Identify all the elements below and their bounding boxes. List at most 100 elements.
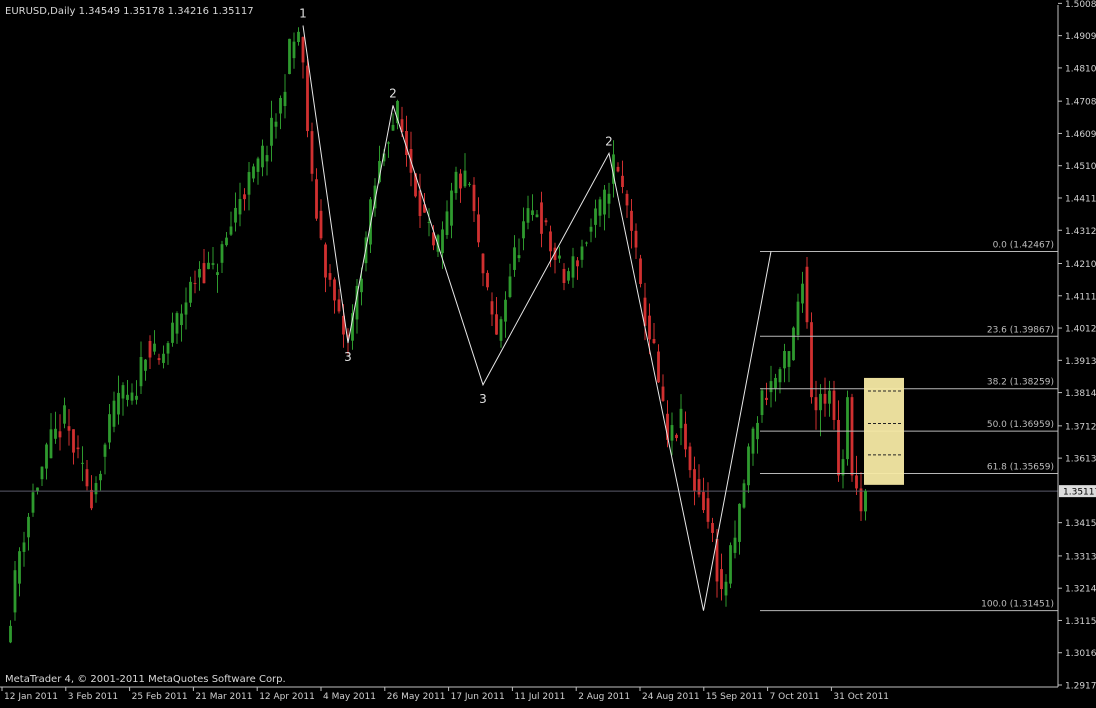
candle-body	[846, 397, 849, 460]
candle-body	[702, 492, 705, 511]
candle-body	[85, 469, 89, 487]
time-tick-label: 24 Aug 2011	[642, 692, 700, 702]
candle-body	[130, 392, 134, 401]
candle-body	[306, 65, 309, 132]
candle-body	[207, 262, 210, 270]
candle-body	[36, 487, 39, 492]
candle-body	[535, 214, 539, 218]
candle-body	[585, 242, 588, 244]
candle-body	[63, 405, 66, 424]
candle-body	[598, 199, 602, 216]
candle-body	[796, 301, 800, 336]
candle-body	[576, 260, 579, 267]
candle-body	[297, 31, 300, 43]
price-tick-label: 1.43120	[1065, 227, 1096, 237]
candle-body	[522, 221, 525, 239]
candle-body	[567, 271, 570, 281]
candle-body	[675, 434, 678, 439]
highlight-zone[interactable]	[864, 377, 904, 485]
candle-body	[108, 414, 111, 443]
wave-label: 3	[479, 392, 487, 406]
wave-label: 2	[605, 134, 613, 148]
candle-body	[711, 523, 714, 533]
candle-body	[621, 175, 624, 188]
candle-body	[594, 208, 597, 225]
price-tick-label: 1.40120	[1065, 325, 1096, 335]
candle-body	[477, 214, 480, 243]
chart-window[interactable]: 0.0 (1.42467) 23.6 (1.39867) 38.2 (1.38259…	[0, 0, 1096, 704]
candle-body	[454, 171, 458, 194]
time-tick-label: 17 Jun 2011	[451, 692, 505, 702]
candle-body	[288, 38, 291, 75]
candle-body	[684, 423, 687, 450]
candle-body	[229, 226, 233, 235]
current-price-label: 1.35117	[1063, 488, 1096, 498]
price-tick-label: 1.42100	[1065, 260, 1096, 270]
candle-body	[418, 190, 422, 217]
candle-body	[445, 211, 449, 235]
candle-body	[490, 301, 494, 315]
candle-body	[238, 199, 242, 215]
candle-body	[81, 462, 84, 464]
fib-level-label: 100.0 (1.31451)	[981, 600, 1054, 610]
candle-body	[670, 425, 674, 441]
candle-body	[166, 343, 170, 354]
price-tick-label: 1.41110	[1065, 292, 1096, 302]
candle-body	[157, 358, 161, 361]
wave-label: 1	[299, 7, 307, 21]
time-tick-label: 25 Feb 2011	[132, 692, 188, 702]
candle-body	[274, 121, 278, 127]
candle-body	[864, 491, 867, 512]
time-tick-label: 4 May 2011	[323, 692, 376, 702]
candle-body	[220, 244, 224, 263]
candle-body	[117, 392, 120, 415]
candle-body	[720, 569, 723, 590]
price-tick-label: 1.36130	[1065, 455, 1096, 465]
candle-body	[603, 189, 606, 215]
price-tick-label: 1.48100	[1065, 64, 1096, 74]
candle-body	[337, 299, 341, 312]
candle-body	[27, 516, 30, 538]
candle-body	[40, 466, 44, 480]
fib-level-label: 61.8 (1.35659)	[987, 462, 1054, 472]
price-tick-label: 1.29170	[1065, 682, 1096, 692]
candle-body	[103, 444, 107, 457]
price-chart[interactable]: 0.0 (1.42467) 23.6 (1.39867) 38.2 (1.38259…	[0, 0, 1096, 704]
candle-body	[805, 266, 809, 323]
candle-body	[279, 98, 282, 114]
price-tick-label: 1.46090	[1065, 130, 1096, 140]
candle-body	[441, 229, 444, 254]
copyright-label: MetaTrader 4, © 2001-2011 MetaQuotes Sof…	[5, 674, 286, 685]
candle-body	[148, 340, 152, 358]
candle-body	[486, 272, 489, 288]
candle-body	[810, 322, 813, 398]
candle-body	[855, 475, 858, 489]
candle-body	[22, 542, 26, 552]
candle-body	[90, 489, 93, 509]
fib-level-label: 50.0 (1.36959)	[987, 420, 1054, 430]
candle-body	[270, 117, 273, 146]
price-tick-label: 1.30160	[1065, 649, 1096, 659]
candle-body	[31, 492, 35, 513]
price-tick-label: 1.47080	[1065, 98, 1096, 108]
candle-body	[814, 397, 818, 411]
candle-body	[697, 479, 701, 495]
candle-body	[72, 429, 75, 453]
fib-level-label: 23.6 (1.39867)	[987, 325, 1054, 335]
candle-body	[769, 381, 773, 393]
candle-body	[580, 246, 584, 260]
candle-body	[180, 313, 183, 326]
price-tick-label: 1.33130	[1065, 552, 1096, 562]
candle-body	[841, 459, 845, 476]
candle-body	[724, 581, 728, 596]
candle-body	[544, 220, 548, 223]
price-tick-label: 1.37120	[1065, 422, 1096, 432]
candle-body	[202, 263, 206, 284]
candle-body	[499, 319, 503, 341]
candle-body	[67, 426, 71, 431]
wave-label: 3	[344, 350, 352, 364]
candle-body	[607, 193, 611, 204]
candle-body	[787, 351, 791, 367]
price-tick-label: 1.50080	[1065, 0, 1096, 10]
time-tick-label: 12 Jan 2011	[4, 692, 58, 702]
